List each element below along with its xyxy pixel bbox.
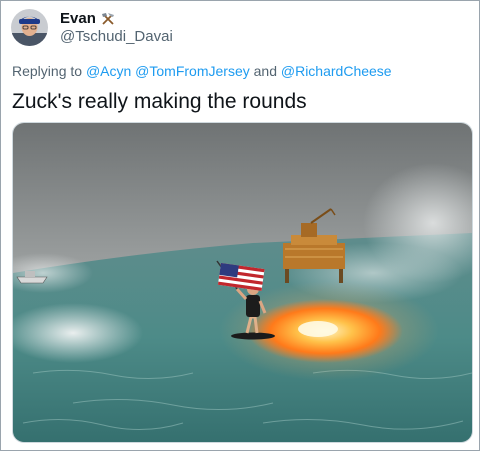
handle[interactable]: @Tschudi_Davai	[60, 28, 173, 46]
tweet-media[interactable]	[12, 122, 473, 443]
mention-link-tomfromjersey[interactable]: @TomFromJersey	[135, 63, 250, 79]
tweet-card[interactable]: Evan @Tschudi_Davai Replying to @Acyn @T…	[0, 0, 480, 451]
tweet-text: Zuck's really making the rounds	[12, 90, 307, 113]
avatar-image	[11, 9, 48, 46]
display-name-row[interactable]: Evan	[60, 10, 173, 28]
author-names: Evan @Tschudi_Davai	[60, 10, 173, 46]
ocean-fire-surfer-image	[13, 123, 472, 442]
replying-to-label: Replying to	[12, 63, 83, 79]
mention-link-richardcheese[interactable]: @RichardCheese	[281, 63, 392, 79]
tweet-header: Evan @Tschudi_Davai	[11, 9, 173, 46]
mention-link-acyn[interactable]: @Acyn	[86, 63, 131, 79]
hammer-and-pick-icon	[100, 11, 116, 27]
avatar[interactable]	[11, 9, 48, 46]
replying-to-joiner: and	[253, 63, 277, 79]
display-name[interactable]: Evan	[60, 10, 96, 28]
replying-to: Replying to @Acyn @TomFromJersey and @Ri…	[12, 63, 392, 79]
